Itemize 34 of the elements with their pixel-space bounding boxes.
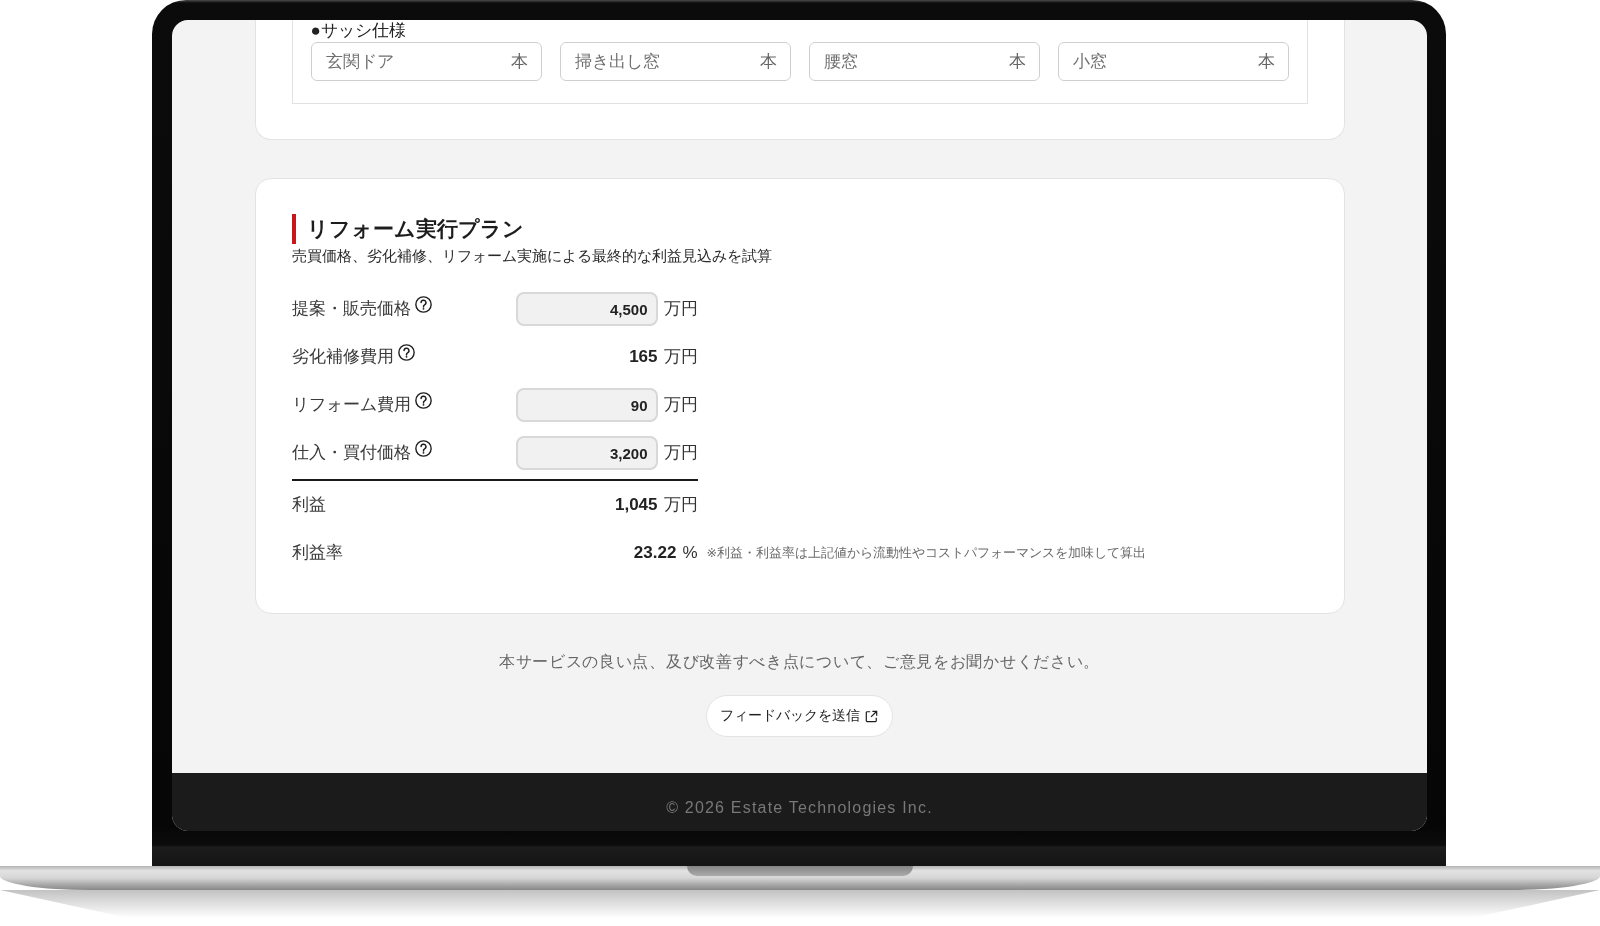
section-label: ●サッシ仕様	[310, 20, 406, 42]
unit-label: 万円	[663, 346, 698, 368]
amount-value: 1,045	[614, 494, 658, 516]
unit-label: 本	[510, 51, 528, 72]
field-label: 提案・販売価格	[291, 298, 411, 320]
help-icon[interactable]	[414, 392, 432, 409]
amount-input[interactable]: 4,500	[515, 292, 658, 326]
field-label: 利益	[291, 494, 326, 516]
field-label: 劣化補修費用	[291, 346, 394, 368]
section-title: リフォーム実行プラン	[291, 214, 524, 244]
field-label: 仕入・買付価格	[291, 442, 411, 464]
amount-value: 23.22	[633, 542, 677, 564]
unit-label: 万円	[663, 442, 698, 464]
unit-label: 万円	[663, 298, 698, 320]
unit-label: %	[682, 542, 698, 564]
unit-label: 本	[1257, 51, 1275, 72]
copyright-text: © 2026 Estate Technologies Inc.	[666, 799, 933, 816]
external-link-icon	[865, 709, 878, 723]
field-label: 利益率	[291, 542, 343, 564]
unit-label: 本	[1008, 51, 1026, 72]
field-label: リフォーム費用	[291, 394, 411, 416]
amount-value: 165	[629, 346, 658, 368]
section-subtitle: 売買価格、劣化補修、リフォーム実施による最終的な利益見込みを試算	[291, 247, 772, 266]
amount-input[interactable]: 90	[515, 388, 658, 422]
help-icon[interactable]	[414, 440, 432, 457]
unit-label: 万円	[663, 394, 698, 416]
amount-input[interactable]: 3,200	[515, 436, 658, 470]
feedback-message: 本サービスの良い点、及び改善すべき点について、ご意見をお聞かせください。	[498, 652, 1101, 672]
unit-label: 本	[759, 51, 777, 72]
help-icon[interactable]	[414, 296, 432, 313]
unit-label: 万円	[663, 494, 698, 516]
help-icon[interactable]	[397, 344, 415, 361]
note-text: ※利益・利益率は上記値から流動性やコストパフォーマンスを加味して算出	[706, 545, 1147, 562]
feedback-button[interactable]: フィードバックを送信	[706, 695, 893, 737]
